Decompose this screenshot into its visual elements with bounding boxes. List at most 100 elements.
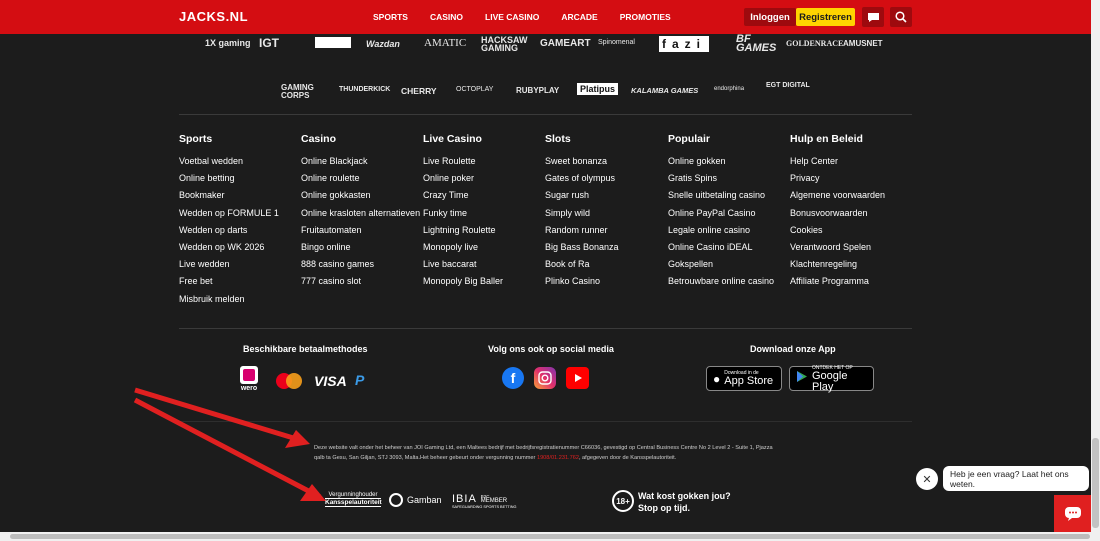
app-store-label: App Store (724, 375, 774, 387)
instagram-icon[interactable] (534, 367, 556, 389)
provider-logo (315, 37, 351, 48)
scrollbar-thumb[interactable] (1092, 438, 1099, 528)
footer-link[interactable]: Monopoly live (423, 239, 503, 256)
nav-casino[interactable]: CASINO (430, 12, 463, 22)
footer-link[interactable]: Online Blackjack (301, 153, 420, 170)
footer-link[interactable]: Lightning Roulette (423, 222, 503, 239)
search-icon[interactable] (890, 7, 912, 27)
footer-link[interactable]: Gratis Spins (668, 170, 774, 187)
footer-link[interactable]: Online PayPal Casino (668, 205, 774, 222)
footer-link[interactable]: Funky time (423, 205, 503, 222)
ibia-badge[interactable]: IBIA B2C MEMBER (452, 493, 507, 505)
column-title: Sports (179, 133, 213, 145)
license-number-link[interactable]: 1908/01.231.762 (537, 455, 579, 461)
footer-link[interactable]: Book of Ra (545, 256, 619, 273)
divider (179, 114, 912, 115)
provider-logo: 1X gaming (205, 38, 251, 48)
visa-icon: VISA (314, 373, 347, 389)
chat-close-icon[interactable]: ✕ (916, 468, 938, 490)
footer-link[interactable]: Monopoly Big Baller (423, 273, 503, 290)
footer-link[interactable]: Simply wild (545, 205, 619, 222)
footer-link[interactable]: Random runner (545, 222, 619, 239)
footer-link[interactable]: Online Casino iDEAL (668, 239, 774, 256)
gamban-label: Gamban (407, 495, 442, 505)
mastercard-icon (274, 372, 304, 390)
footer-link[interactable]: Online roulette (301, 170, 420, 187)
provider-logo: AMUSNET (843, 39, 883, 48)
ibia-sub-caption: SAFEGUARDING SPORTS BETTING (452, 505, 517, 509)
footer-link[interactable]: Live baccarat (423, 256, 503, 273)
footer-link[interactable]: Wedden op darts (179, 222, 279, 239)
footer-link[interactable]: Bookmaker (179, 187, 279, 204)
site-logo[interactable]: JACKS.NL (179, 9, 248, 24)
footer-link[interactable]: Bingo online (301, 239, 420, 256)
footer-link[interactable]: Sugar rush (545, 187, 619, 204)
nav-arcade[interactable]: ARCADE (561, 12, 597, 22)
footer-link[interactable]: Klachtenregeling (790, 256, 885, 273)
footer-link[interactable]: Gokspellen (668, 256, 774, 273)
provider-logo: GAMING CORPS (281, 83, 314, 100)
footer-link[interactable]: Legale online casino (668, 222, 774, 239)
footer-link[interactable]: Free bet (179, 273, 279, 290)
footer-link[interactable]: Cookies (790, 222, 885, 239)
nav-sports[interactable]: SPORTS (373, 12, 408, 22)
footer-link[interactable]: Help Center (790, 153, 885, 170)
footer-link[interactable]: 888 casino games (301, 256, 420, 273)
nav-promoties[interactable]: PROMOTIES (620, 12, 671, 22)
footer-link[interactable]: Algemene voorwaarden (790, 187, 885, 204)
footer-link[interactable]: Bonusvoorwaarden (790, 205, 885, 222)
provider-logo: IGT (259, 36, 279, 50)
footer-link[interactable]: Big Bass Bonanza (545, 239, 619, 256)
provider-logo: GAMEART (540, 38, 591, 49)
provider-logo: Wazdan (366, 39, 400, 49)
footer-link[interactable]: Live wedden (179, 256, 279, 273)
nav-live-casino[interactable]: LIVE CASINO (485, 12, 539, 22)
footer-link[interactable]: Privacy (790, 170, 885, 187)
footer-link[interactable]: Online gokkasten (301, 187, 420, 204)
app-store-button[interactable]: ● Download in de App Store (706, 366, 782, 391)
chat-prompt[interactable]: Heb je een vraag? Laat het ons weten. (943, 466, 1089, 491)
provider-logo: GOLDENRACE (786, 39, 844, 48)
footer-column-slots: Slots Sweet bonanza Gates of olympus Sug… (545, 133, 619, 291)
footer-link[interactable]: Gates of olympus (545, 170, 619, 187)
gamban-badge[interactable]: Gamban (389, 493, 442, 507)
column-title: Hulp en Beleid (790, 133, 863, 145)
responsible-line2: Stop op tijd. (638, 503, 690, 513)
top-header: JACKS.NL SPORTS CASINO LIVE CASINO ARCAD… (0, 0, 1091, 34)
footer-link[interactable]: Online poker (423, 170, 503, 187)
chat-launcher-button[interactable] (1054, 495, 1091, 532)
footer-link[interactable]: Fruitautomaten (301, 222, 420, 239)
google-play-button[interactable]: ONTDEK HET OP Google Play (789, 365, 874, 392)
google-play-icon (796, 370, 808, 388)
footer-link[interactable]: Plinko Casino (545, 273, 619, 290)
register-button[interactable]: Registreren (796, 8, 855, 26)
facebook-icon[interactable]: f (502, 367, 524, 389)
divider (179, 421, 912, 422)
ksa-badge[interactable]: Vergunninghouder Kansspelautoriteit (325, 492, 382, 507)
column-title: Casino (301, 133, 337, 145)
footer-link[interactable]: 777 casino slot (301, 273, 420, 290)
footer-link[interactable]: Crazy Time (423, 187, 503, 204)
footer-link[interactable]: Verantwoord Spelen (790, 239, 885, 256)
login-button[interactable]: Inloggen (744, 8, 796, 26)
footer-link[interactable]: Sweet bonanza (545, 153, 619, 170)
footer-link[interactable]: Snelle uitbetaling casino (668, 187, 774, 204)
footer-link[interactable]: Voetbal wedden (179, 153, 279, 170)
footer-link[interactable]: Betrouwbare online casino (668, 273, 774, 290)
youtube-icon[interactable] (566, 367, 589, 389)
footer-link[interactable]: Online gokken (668, 153, 774, 170)
footer-link[interactable]: Online betting (179, 170, 279, 187)
vertical-scrollbar[interactable] (1091, 0, 1100, 532)
footer-column-casino: Casino Online Blackjack Online roulette … (301, 133, 420, 291)
chat-icon[interactable] (862, 7, 884, 27)
ibia-sub2: MEMBER (480, 498, 508, 504)
footer-link[interactable]: Misbruik melden (179, 291, 279, 308)
footer-link[interactable]: Online kraslo­ten alternatieven (301, 205, 420, 222)
footer-link[interactable]: Wedden op WK 2026 (179, 239, 279, 256)
footer-link[interactable]: Live Roulette (423, 153, 503, 170)
footer-link[interactable]: Affiliate Programma (790, 273, 885, 290)
scrollbar-thumb[interactable] (10, 534, 1090, 539)
footer-link[interactable]: Wedden op FORMULE 1 (179, 205, 279, 222)
provider-logo: EGT DIGITAL (766, 82, 810, 89)
horizontal-scrollbar[interactable] (0, 532, 1100, 541)
